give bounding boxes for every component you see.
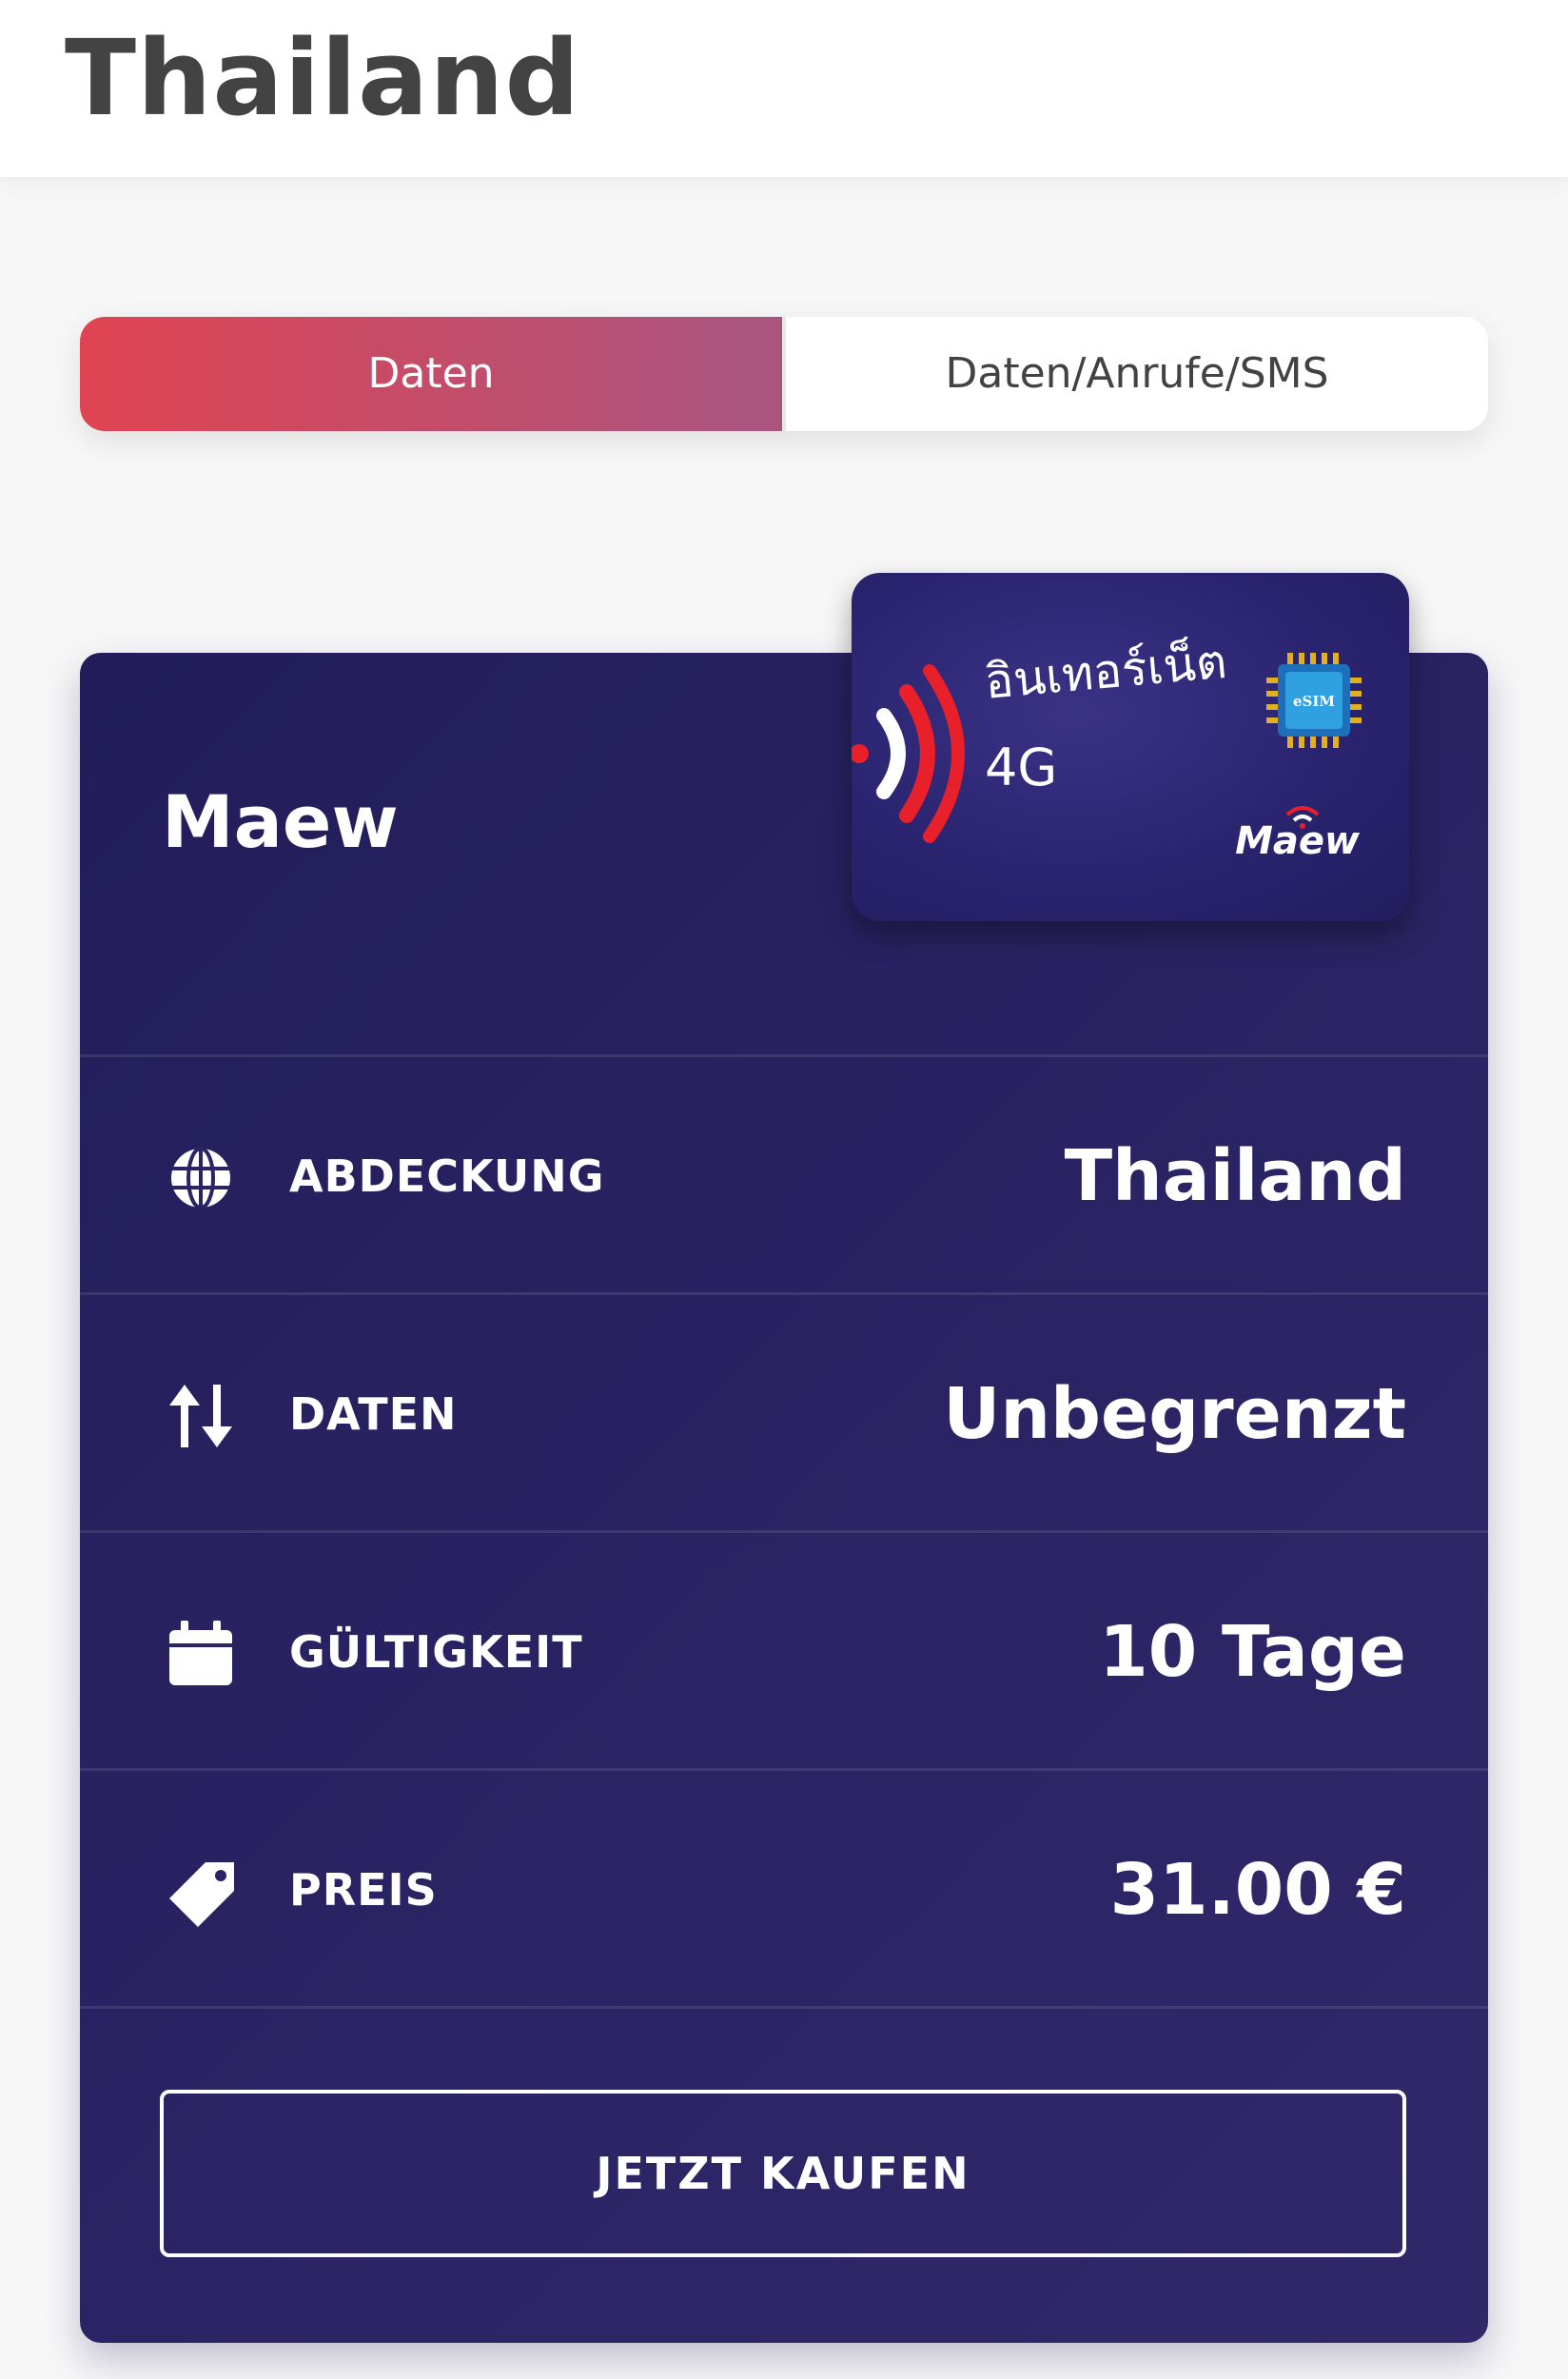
coverage-label: ABDECKUNG <box>289 1150 605 1202</box>
tab-daten-anrufe-sms[interactable]: Daten/Anrufe/SMS <box>782 317 1488 431</box>
plan-type-tabs: Daten Daten/Anrufe/SMS <box>80 317 1488 431</box>
price-label: PREIS <box>289 1864 438 1916</box>
coverage-row: ABDECKUNG Thailand <box>80 1054 1488 1295</box>
esim-chip-icon: eSIM <box>1266 653 1362 752</box>
sim-subtitle: 4G <box>985 737 1058 797</box>
sim-card-image: อินเทอร์เน็ต 4G eSIM Maew <box>852 573 1409 921</box>
coverage-value: Thailand <box>1064 1135 1406 1217</box>
price-tag-icon <box>167 1858 234 1927</box>
price-value: 31.00 € <box>1109 1849 1406 1931</box>
sim-brand-logo: Maew <box>1235 819 1360 863</box>
data-value: Unbegrenzt <box>943 1373 1406 1455</box>
calendar-icon <box>167 1621 234 1687</box>
top-bar: Thailand <box>0 0 1568 177</box>
validity-label: GÜLTIGKEIT <box>289 1626 583 1678</box>
esim-chip-label: eSIM <box>1293 693 1335 710</box>
data-transfer-icon <box>167 1383 234 1449</box>
page-title: Thailand <box>65 17 581 139</box>
sim-title: อินเทอร์เน็ต <box>982 633 1229 710</box>
divider <box>80 2006 1488 2009</box>
globe-icon <box>167 1145 234 1211</box>
tab-daten[interactable]: Daten <box>80 317 782 431</box>
validity-row: GÜLTIGKEIT 10 Tage <box>80 1530 1488 1771</box>
validity-value: 10 Tage <box>1099 1611 1406 1693</box>
signal-waves-icon <box>852 663 970 848</box>
provider-name: Maew <box>162 779 399 864</box>
price-row: PREIS 31.00 € <box>80 1768 1488 2009</box>
buy-now-button[interactable]: JETZT KAUFEN <box>160 2090 1406 2257</box>
data-row: DATEN Unbegrenzt <box>80 1292 1488 1533</box>
data-label: DATEN <box>289 1388 458 1440</box>
